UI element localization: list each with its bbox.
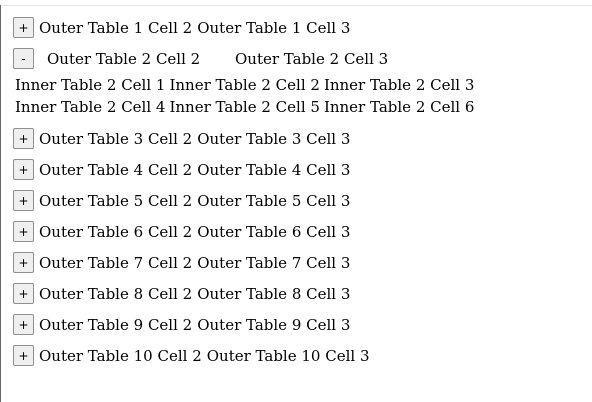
expand-button-row-8[interactable]: + [13, 283, 34, 304]
outer-row-4-cell-2: Outer Table 4 Cell 2 [39, 160, 193, 179]
outer-row-2-cell-3: Outer Table 2 Cell 3 [235, 49, 389, 68]
expand-button-row-9[interactable]: + [13, 314, 34, 335]
collapse-button-row-2[interactable]: - [13, 48, 34, 69]
inner-cell-1: Inner Table 2 Cell 1 [15, 76, 166, 94]
outer-row-9-cell-3: Outer Table 9 Cell 3 [197, 315, 351, 334]
outer-row-10-cell-3: Outer Table 10 Cell 3 [206, 346, 370, 365]
inner-table-2: Inner Table 2 Cell 1 Inner Table 2 Cell … [13, 74, 583, 118]
outer-row-1-cell-2: Outer Table 1 Cell 2 [39, 18, 193, 37]
outer-row-7-cell-2: Outer Table 7 Cell 2 [39, 253, 193, 272]
inner-cell-6: Inner Table 2 Cell 6 [323, 98, 475, 116]
inner-cell-4: Inner Table 2 Cell 4 [15, 98, 166, 116]
inner-row-1: Inner Table 2 Cell 1 Inner Table 2 Cell … [15, 74, 583, 96]
inner-cell-5: Inner Table 2 Cell 5 [169, 98, 320, 116]
outer-row-1-cell-3: Outer Table 1 Cell 3 [197, 18, 351, 37]
inner-cell-3: Inner Table 2 Cell 3 [323, 76, 475, 94]
left-border [0, 5, 1, 402]
top-border [0, 5, 592, 6]
outer-row-8-cell-3: Outer Table 8 Cell 3 [197, 284, 351, 303]
outer-row-10-cell-2: Outer Table 10 Cell 2 [39, 346, 202, 365]
expand-button-row-6[interactable]: + [13, 221, 34, 242]
outer-row-2: - Outer Table 2 Cell 2 Outer Table 2 Cel… [13, 48, 583, 69]
outer-row-8-cell-2: Outer Table 8 Cell 2 [39, 284, 193, 303]
outer-row-9: + Outer Table 9 Cell 2 Outer Table 9 Cel… [13, 314, 583, 335]
expand-button-row-3[interactable]: + [13, 128, 34, 149]
outer-row-5-cell-3: Outer Table 5 Cell 3 [197, 191, 351, 210]
outer-row-9-cell-2: Outer Table 9 Cell 2 [39, 315, 193, 334]
expand-button-row-10[interactable]: + [13, 345, 34, 366]
expand-button-row-4[interactable]: + [13, 159, 34, 180]
expand-button-row-7[interactable]: + [13, 252, 34, 273]
outer-row-3-cell-3: Outer Table 3 Cell 3 [197, 129, 351, 148]
outer-row-2-cell-2: Outer Table 2 Cell 2 [47, 49, 201, 68]
outer-row-7: + Outer Table 7 Cell 2 Outer Table 7 Cel… [13, 252, 583, 273]
outer-row-4-cell-3: Outer Table 4 Cell 3 [197, 160, 351, 179]
outer-table: + Outer Table 1 Cell 2 Outer Table 1 Cel… [13, 17, 583, 376]
outer-row-5: + Outer Table 5 Cell 2 Outer Table 5 Cel… [13, 190, 583, 211]
outer-row-6: + Outer Table 6 Cell 2 Outer Table 6 Cel… [13, 221, 583, 242]
outer-row-8: + Outer Table 8 Cell 2 Outer Table 8 Cel… [13, 283, 583, 304]
outer-row-5-cell-2: Outer Table 5 Cell 2 [39, 191, 193, 210]
inner-cell-2: Inner Table 2 Cell 2 [169, 76, 320, 94]
outer-row-4: + Outer Table 4 Cell 2 Outer Table 4 Cel… [13, 159, 583, 180]
outer-row-7-cell-3: Outer Table 7 Cell 3 [197, 253, 351, 272]
expand-button-row-5[interactable]: + [13, 190, 34, 211]
inner-row-2: Inner Table 2 Cell 4 Inner Table 2 Cell … [15, 96, 583, 118]
expand-button-row-1[interactable]: + [13, 17, 34, 38]
outer-row-6-cell-2: Outer Table 6 Cell 2 [39, 222, 193, 241]
outer-row-6-cell-3: Outer Table 6 Cell 3 [197, 222, 351, 241]
outer-row-3: + Outer Table 3 Cell 2 Outer Table 3 Cel… [13, 128, 583, 149]
outer-row-1: + Outer Table 1 Cell 2 Outer Table 1 Cel… [13, 17, 583, 38]
outer-row-10: + Outer Table 10 Cell 2 Outer Table 10 C… [13, 345, 583, 366]
outer-row-3-cell-2: Outer Table 3 Cell 2 [39, 129, 193, 148]
